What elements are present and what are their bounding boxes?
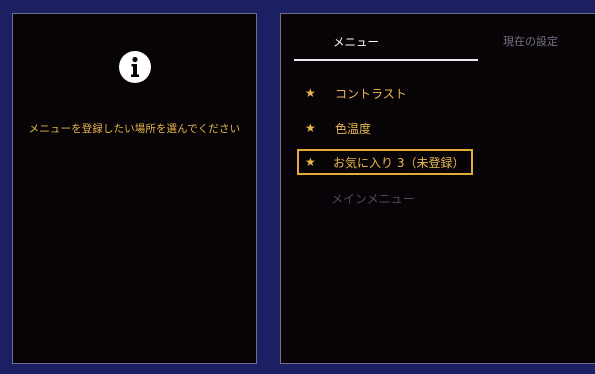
menu-item-label: メインメニュー [331,191,415,206]
message-panel: メニューを登録したい場所を選んでください [12,13,257,364]
menu-item-label: 色温度 [335,121,372,136]
tab-current-settings[interactable]: 現在の設定 [503,33,558,49]
menu-item-label: コントラスト [335,86,407,101]
tab-menu[interactable]: メニュー [333,34,379,50]
menu-item-main-menu[interactable]: メインメニュー [297,185,473,211]
active-tab-indicator [294,59,478,61]
menu-panel: メニュー 現在の設定 ★ コントラスト ★ 色温度 ★ お気に入り 3（未登録）… [280,13,595,364]
menu-item-contrast[interactable]: ★ コントラスト [297,80,473,106]
menu-item-label: お気に入り 3（未登録） [333,155,465,170]
info-icon [119,51,151,83]
instruction-message: メニューを登録したい場所を選んでください [28,123,241,135]
star-icon: ★ [305,121,316,135]
menu-item-color-temperature[interactable]: ★ 色温度 [297,115,473,141]
star-icon: ★ [305,155,316,169]
star-icon: ★ [305,86,316,100]
menu-item-favorite-3[interactable]: ★ お気に入り 3（未登録） [297,149,473,175]
